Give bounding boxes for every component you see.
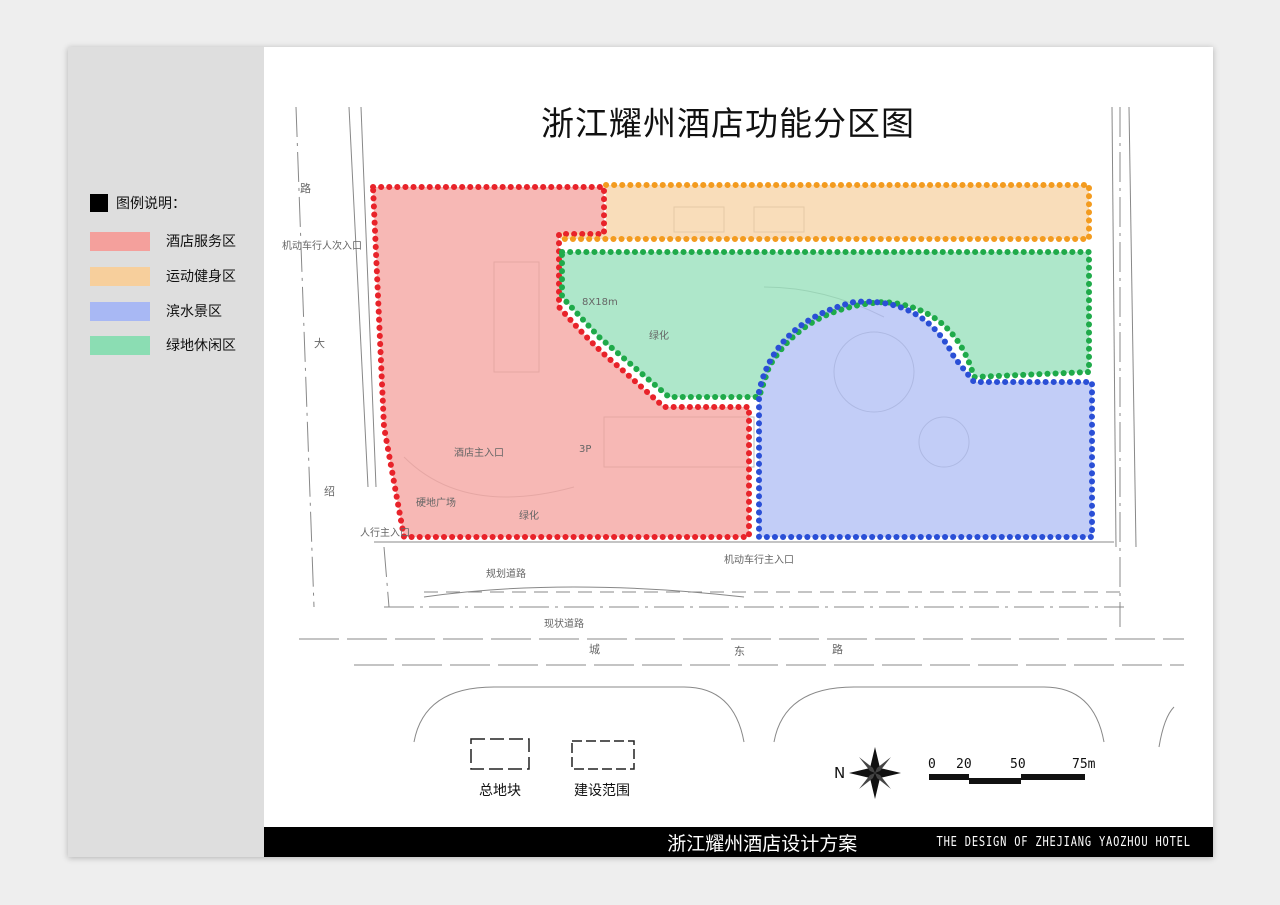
page-title: 浙江耀州酒店功能分区图	[541, 104, 915, 143]
legend-label: 绿地休闲区	[166, 338, 236, 354]
label-floors: 3P	[579, 444, 592, 455]
legend-label: 滨水景区	[166, 304, 222, 320]
total-plot-label: 总地块	[479, 783, 521, 799]
road-char-3: 绍	[324, 485, 335, 498]
legend-panel: 图例说明： 酒店服务区 运动健身区 滨水景区 绿地休闲区	[68, 47, 264, 857]
scale-tick-50: 50	[1010, 757, 1026, 772]
zone-sports	[560, 185, 1089, 239]
city-east-road-char-1: 城	[589, 643, 600, 656]
compass-north-label: N	[834, 764, 846, 782]
label-current-road: 现状道路	[544, 619, 584, 630]
label-dimension: 8X18m	[582, 297, 618, 308]
compass-icon	[849, 747, 901, 799]
legend-swatch	[90, 231, 150, 251]
label-vehicle-secondary-entrance: 机动车行人次入口	[282, 241, 362, 252]
label-hotel-main-entrance: 酒店主入口	[454, 448, 504, 459]
legend-item-waterfront: 滨水景区	[90, 301, 222, 321]
legend-heading: 图例说明：	[90, 193, 186, 213]
legend-heading-label: 图例说明：	[116, 196, 186, 212]
city-east-road-char-3: 路	[832, 643, 843, 656]
legend-swatch	[90, 335, 150, 355]
road-char-1: 路	[300, 182, 311, 195]
label-vehicle-main-entrance: 机动车行主入口	[724, 555, 794, 566]
construction-scope-frame	[571, 740, 635, 770]
site-plan: 机动车行人次入口 人行主入口 酒店主入口 硬地广场 绿化 绿化 8X18m 3P…	[264, 47, 1213, 827]
legend-swatch	[90, 266, 150, 286]
legend-item-sports: 运动健身区	[90, 266, 236, 286]
site-plan-drawing	[295, 106, 1184, 799]
scale-tick-20: 20	[956, 757, 972, 772]
legend-swatch	[90, 301, 150, 321]
city-east-road-char-2: 东	[734, 645, 745, 658]
construction-scope-label: 建设范围	[574, 783, 630, 799]
total-plot-frame	[470, 738, 530, 770]
footer-bar: 浙江耀州酒店设计方案 THE DESIGN OF ZHEJIANG YAOZHO…	[264, 827, 1213, 857]
label-greening-2: 绿化	[649, 331, 669, 342]
legend-label: 运动健身区	[166, 269, 236, 285]
label-greening: 绿化	[519, 511, 539, 522]
legend-label: 酒店服务区	[166, 234, 236, 250]
label-pedestrian-main-entrance: 人行主入口	[360, 528, 410, 539]
legend-heading-square	[90, 194, 108, 212]
label-planned-road: 规划道路	[486, 569, 526, 580]
label-hard-plaza: 硬地广场	[416, 498, 456, 509]
legend-item-green-leisure: 绿地休闲区	[90, 335, 236, 355]
road-char-2: 大	[314, 337, 325, 350]
footer-title-en: THE DESIGN OF ZHEJIANG YAOZHOU HOTEL	[936, 834, 1191, 850]
footer-title-cn: 浙江耀州酒店设计方案	[667, 832, 858, 855]
legend-item-hotel-service: 酒店服务区	[90, 231, 236, 251]
drawing-sheet: 图例说明： 酒店服务区 运动健身区 滨水景区 绿地休闲区 机动车行人次入口 人行…	[68, 47, 1213, 857]
scale-tick-75: 75m	[1072, 757, 1096, 772]
scale-bar	[929, 774, 1085, 784]
scale-tick-0: 0	[928, 757, 936, 772]
